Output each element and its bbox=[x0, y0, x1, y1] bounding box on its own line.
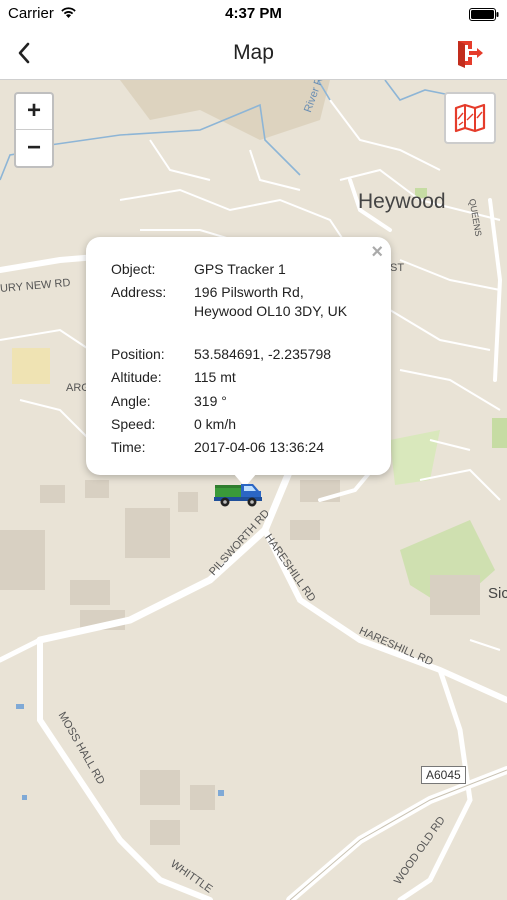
map-view[interactable]: Heywood River Ro URY NEW RD ARG PILSWORT… bbox=[0, 80, 507, 900]
truck-marker-icon[interactable] bbox=[213, 480, 265, 508]
popup-key: Object: bbox=[111, 261, 156, 277]
popup-value: 0 km/h bbox=[194, 416, 237, 432]
page-title: Map bbox=[233, 41, 274, 64]
status-time: 4:37 PM bbox=[225, 5, 282, 22]
popup-key: Angle: bbox=[111, 393, 151, 409]
popup-key: Position: bbox=[111, 346, 165, 362]
battery-icon bbox=[469, 8, 499, 21]
folded-map-icon bbox=[454, 103, 486, 133]
popup-value: 115 mt bbox=[194, 369, 236, 385]
popup-value: 53.584691, -2.235798 bbox=[194, 346, 332, 362]
popup-key: Time: bbox=[111, 439, 146, 455]
map-label-a6045: A6045 bbox=[421, 766, 466, 784]
popup-key: Address: bbox=[111, 284, 167, 300]
zoom-out-button[interactable]: − bbox=[16, 131, 52, 167]
zoom-control: + − bbox=[14, 92, 54, 168]
map-label-sic: Sic bbox=[488, 585, 507, 602]
popup-key: Speed: bbox=[111, 416, 156, 432]
navigation-bar: Map bbox=[0, 28, 507, 80]
map-label-heywood: Heywood bbox=[358, 190, 446, 213]
popup-value: 196 Pilsworth Rd, Heywood OL10 3DY, UK bbox=[194, 284, 348, 319]
logout-icon[interactable] bbox=[455, 38, 485, 68]
map-label-st: ST bbox=[390, 262, 405, 274]
tracker-info-popup: × Object: GPS Tracker 1 Address: 196 Pil… bbox=[86, 237, 391, 487]
map-layers-button[interactable] bbox=[444, 92, 496, 144]
popup-value: 319 ° bbox=[194, 393, 227, 409]
popup-value: GPS Tracker 1 bbox=[194, 261, 286, 277]
popup-key: Altitude: bbox=[111, 369, 162, 385]
zoom-in-button[interactable]: + bbox=[16, 94, 52, 130]
popup-value: 2017-04-06 13:36:24 bbox=[194, 439, 324, 455]
status-bar: Carrier 4:37 PM bbox=[0, 0, 507, 28]
